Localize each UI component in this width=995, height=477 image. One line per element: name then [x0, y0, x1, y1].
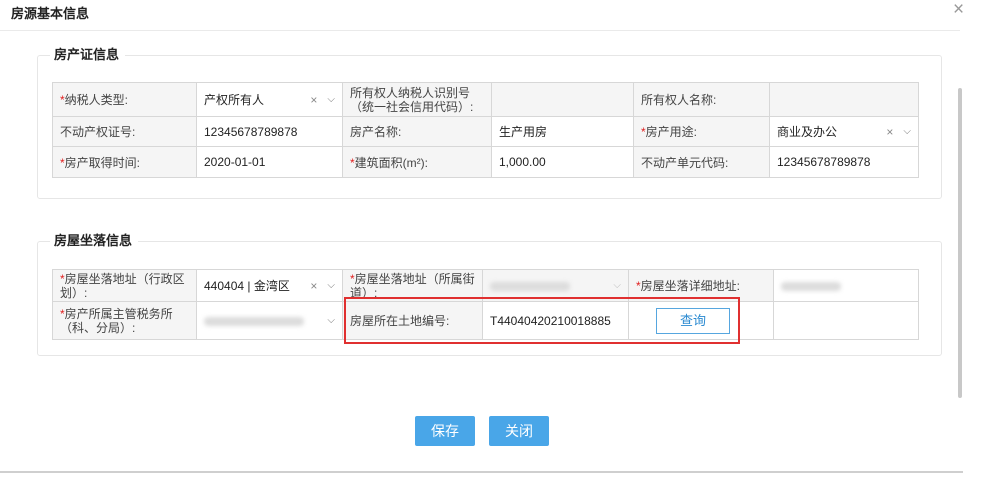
tax-office-label: *房产所属主管税务所（科、分局）: [52, 301, 197, 340]
cert-no-input[interactable]: 12345678789878 [196, 116, 343, 147]
redacted-value [490, 281, 570, 291]
building-area-label: *建筑面积(m²): [342, 146, 492, 178]
redacted-value [781, 281, 841, 291]
owner-name-field [769, 82, 919, 117]
empty-cell [773, 301, 919, 340]
district-label: *房屋坐落地址（行政区划）: [52, 269, 197, 302]
dialog-title: 房源基本信息 [11, 6, 90, 21]
chevron-down-icon[interactable]: ⌵ [327, 280, 335, 291]
owner-name-label: 所有权人名称: [633, 82, 770, 117]
acquire-date-label: *房产取得时间: [52, 146, 197, 178]
district-select[interactable]: 440404 | 金湾区 × ⌵ [196, 269, 343, 302]
acquire-date-input[interactable]: 2020-01-01 [196, 146, 343, 178]
land-no-label: 房屋所在土地编号: [342, 301, 483, 340]
detail-address-label: *房屋坐落详细地址: [628, 269, 774, 302]
property-use-label: *房产用途: [633, 116, 770, 147]
property-name-label: 房产名称: [342, 116, 492, 147]
close-button[interactable]: 关闭 [489, 416, 549, 446]
property-use-select[interactable]: 商业及办公 × ⌵ [769, 116, 919, 147]
chevron-down-icon[interactable]: ⌵ [903, 126, 911, 137]
query-button[interactable]: 查询 [656, 307, 730, 334]
clear-icon[interactable]: × [310, 93, 317, 107]
redacted-value [204, 316, 304, 326]
query-cell: 查询 [628, 301, 774, 340]
building-area-input[interactable]: 1,000.00 [491, 146, 634, 178]
cert-no-label: 不动产权证号: [52, 116, 197, 147]
tax-office-select[interactable]: ⌵ [196, 301, 343, 340]
save-button[interactable]: 保存 [415, 416, 475, 446]
unit-code-label: 不动产单元代码: [633, 146, 770, 178]
chevron-down-icon[interactable]: ⌵ [327, 94, 335, 105]
owner-tax-id-field [491, 82, 634, 117]
clear-icon[interactable]: × [886, 125, 893, 139]
scrollbar-thumb[interactable] [958, 88, 962, 398]
property-name-input[interactable]: 生产用房 [491, 116, 634, 147]
unit-code-input[interactable]: 12345678789878 [769, 146, 919, 178]
clear-icon[interactable]: × [310, 279, 317, 293]
footer-divider [0, 471, 963, 473]
street-label: *房屋坐落地址（所属街道）: [342, 269, 483, 302]
location-title: 房屋坐落信息 [50, 233, 139, 249]
close-icon[interactable]: × [953, 0, 964, 20]
location-table: *房屋坐落地址（行政区划）: 440404 | 金湾区 × ⌵ *房屋坐落地址（所属… [52, 269, 919, 340]
title-divider [0, 30, 960, 31]
chevron-down-icon[interactable]: ⌵ [327, 315, 335, 326]
detail-address-input[interactable] [773, 269, 919, 302]
taxpayer-type-select[interactable]: 产权所有人 × ⌵ [196, 82, 343, 117]
taxpayer-type-label: *纳税人类型: [52, 82, 197, 117]
chevron-down-icon[interactable]: ⌵ [613, 280, 621, 291]
property-cert-table: *纳税人类型: 产权所有人 × ⌵ 所有权人纳税人识别号（统一社会信用代码）: 所有… [52, 82, 919, 178]
owner-tax-id-label: 所有权人纳税人识别号（统一社会信用代码）: [342, 82, 492, 117]
land-no-input[interactable]: T44040420210018885 [482, 301, 629, 340]
property-cert-title: 房产证信息 [50, 47, 126, 63]
street-select[interactable]: ⌵ [482, 269, 629, 302]
